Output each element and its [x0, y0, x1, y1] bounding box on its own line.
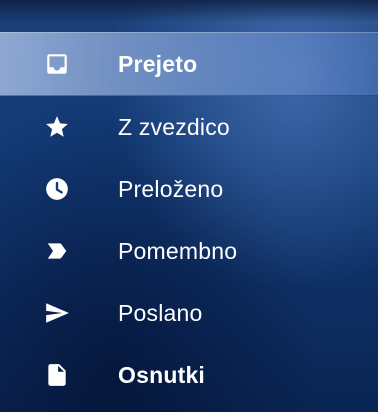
label-icon [43, 237, 71, 265]
clock-icon [43, 175, 71, 203]
draft-icon [43, 361, 71, 389]
folder-item-snoozed[interactable]: Preloženo [0, 158, 378, 220]
folder-item-important[interactable]: Pomembno [0, 220, 378, 282]
folder-item-inbox[interactable]: Prejeto [0, 32, 378, 96]
mail-folder-list: Prejeto Z zvezdico Preloženo Pomembno Po… [0, 32, 378, 412]
folder-label-inbox: Prejeto [118, 50, 198, 77]
folder-label-sent: Poslano [118, 299, 203, 326]
inbox-icon [43, 50, 71, 78]
navigation-drawer-screen: Prejeto Z zvezdico Preloženo Pomembno Po… [0, 0, 378, 412]
folder-label-important: Pomembno [118, 237, 238, 264]
folder-label-starred: Z zvezdico [118, 113, 230, 140]
top-shadow-strip [0, 0, 378, 22]
star-icon [43, 113, 71, 141]
folder-label-snoozed: Preloženo [118, 175, 224, 202]
send-icon [43, 299, 71, 327]
folder-item-drafts[interactable]: Osnutki [0, 344, 378, 406]
folder-label-drafts: Osnutki [118, 361, 206, 388]
folder-item-sent[interactable]: Poslano [0, 282, 378, 344]
folder-item-starred[interactable]: Z zvezdico [0, 96, 378, 158]
